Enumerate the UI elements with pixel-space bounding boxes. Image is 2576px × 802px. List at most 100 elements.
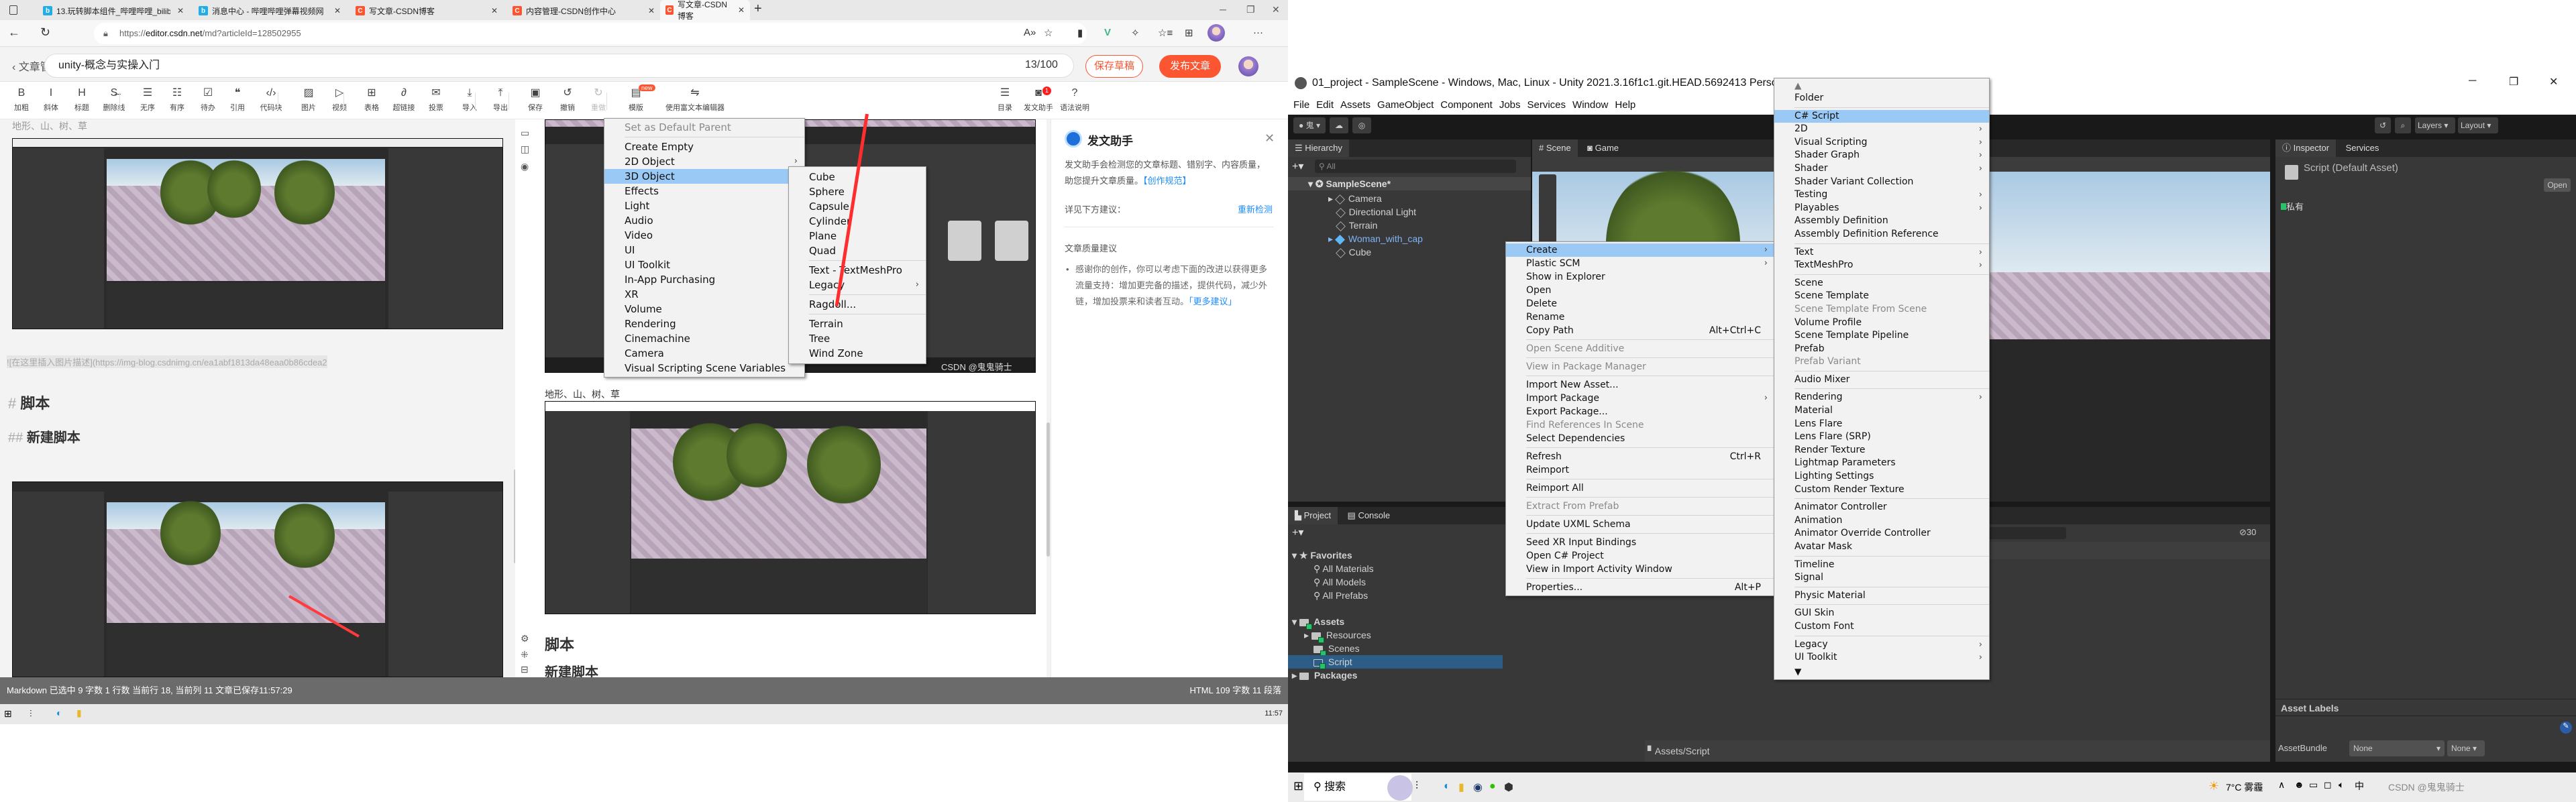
menu-item[interactable]: Text › [1774, 246, 1989, 260]
unity-restore-button[interactable]: ❐ [2509, 75, 2518, 89]
menu-item[interactable]: Import New Asset... [1506, 378, 1774, 392]
favorite-item[interactable]: ⚲ All Prefabs [1313, 589, 1368, 602]
menu-item[interactable]: Rendering › [1774, 391, 1989, 404]
menu-item[interactable]: Shader Graph › [1774, 149, 1989, 162]
menu-item[interactable]: UI Toolkit› [604, 257, 804, 272]
menu-item[interactable]: Import Package › [1506, 392, 1774, 405]
browser-tab[interactable]: b 13.玩转脚本组件_哔哩哔哩_bilibili ✕ [38, 1, 189, 20]
extension-icon[interactable]: ▮ [1077, 27, 1083, 39]
toolbar-button-22[interactable]: ◙ 发文助手 1 [1022, 86, 1055, 113]
tab-services[interactable]: Services [2339, 139, 2386, 157]
hierarchy-item[interactable]: ▸ Woman_with_cap [1328, 232, 1423, 245]
menu-item[interactable]: Custom Font [1774, 620, 1989, 634]
menu-item[interactable]: Folder [1774, 92, 1989, 105]
menu-item[interactable]: Rename [1506, 310, 1774, 324]
assetbundle-dropdown[interactable]: None ▾ [2349, 740, 2445, 756]
wechat-icon[interactable]: ● [1489, 781, 1496, 793]
folder-script-selected[interactable]: Script [1288, 655, 1503, 669]
menu-item[interactable]: Animation [1774, 514, 1989, 528]
refresh-icon[interactable]: ↻ [40, 25, 50, 40]
menu-item[interactable]: TextMeshPro › [1774, 259, 1989, 272]
recheck-link[interactable]: 重新检测 [1238, 203, 1273, 215]
toolbar-button-2[interactable]: H 标题 [66, 86, 98, 113]
user-avatar[interactable] [1238, 56, 1258, 76]
windows-start-icon[interactable]: ⊞ [4, 708, 12, 720]
toolbar-button-7[interactable]: ❝ 引用 [221, 86, 254, 113]
menu-item[interactable]: Scene [1774, 277, 1989, 290]
toolbar-button-16[interactable]: ▣ 保存 [519, 86, 551, 113]
toolbar-button-23[interactable]: ? 语法说明 [1059, 86, 1091, 113]
menu-item[interactable]: Plastic SCM › [1506, 257, 1774, 270]
menu-item[interactable]: Seed XR Input Bindings [1506, 536, 1774, 549]
unity-menu-jobs[interactable]: Jobs [1499, 99, 1521, 111]
toolbar-button-8[interactable]: ‹/› 代码块 [255, 86, 287, 113]
menu-item[interactable]: Open C# Project [1506, 549, 1774, 563]
unity-minimize-button[interactable]: ─ [2469, 75, 2476, 87]
hierarchy-item[interactable]: Directional Light [1328, 205, 1416, 219]
menu-item[interactable]: Wind Zone [789, 346, 926, 361]
menu-item[interactable]: Terrain [789, 317, 926, 331]
toolbar-button-12[interactable]: ∂ 超链接 [388, 86, 420, 113]
save-draft-button[interactable]: 保存草稿 [1085, 55, 1143, 78]
menu-item[interactable]: In-App Purchasing› [604, 272, 804, 287]
unity-menu-help[interactable]: Help [1615, 99, 1635, 111]
undo-history-button[interactable]: ↺ [2375, 117, 2391, 133]
new-tab-button[interactable]: + [754, 1, 762, 17]
close-tab-icon[interactable]: ✕ [334, 6, 341, 15]
profile-avatar[interactable] [1208, 24, 1225, 42]
menu-item[interactable]: UI› [604, 243, 804, 257]
steam-icon[interactable]: ◉ [1473, 781, 1483, 794]
menu-item[interactable]: Delete [1506, 297, 1774, 310]
close-tab-icon[interactable]: ✕ [648, 6, 655, 15]
menu-item[interactable]: Animator Override Controller [1774, 527, 1989, 540]
menu-item[interactable]: Audio Mixer [1774, 374, 1989, 387]
menu-item[interactable]: Copy Path Alt+Ctrl+C [1506, 324, 1774, 337]
hidden-packages-count[interactable]: ⊘30 [2239, 527, 2256, 538]
favorites-node[interactable]: ▾ ★ Favorites [1292, 549, 1352, 562]
unity-menu-assets[interactable]: Assets [1340, 99, 1371, 111]
menu-item[interactable]: Lens Flare (SRP) [1774, 431, 1989, 444]
qq-icon[interactable]: ☻ [2294, 779, 2304, 790]
menu-item[interactable]: Create › [1506, 243, 1774, 257]
menu-item[interactable]: Effects› [604, 184, 804, 198]
search-button[interactable]: ⌕ [2395, 117, 2411, 133]
menu-item[interactable]: Volume Profile [1774, 317, 1989, 330]
menu-item[interactable]: Export Package... [1506, 405, 1774, 418]
windows-start-icon[interactable]: ⊞ [1293, 779, 1303, 793]
edge-browser-icon[interactable]: ◐ [56, 707, 62, 718]
assets-node[interactable]: ▾ Assets [1292, 615, 1344, 630]
menu-item[interactable]: Scene Template [1774, 290, 1989, 303]
polar-bear-widget-icon[interactable] [1387, 775, 1413, 801]
close-tab-icon[interactable]: ✕ [738, 5, 745, 15]
menu-item[interactable]: Volume› [604, 302, 804, 317]
markdown-editor[interactable]: 地形、山、树、草 ![在这里插入图片描述](https://img-blog.c… [0, 119, 515, 677]
scene-tools-palette[interactable] [1539, 174, 1556, 248]
more-icon[interactable]: ··· [1253, 27, 1263, 38]
preview-only-icon[interactable]: ◉ [521, 161, 529, 172]
preview-scrollbar[interactable] [1046, 422, 1050, 557]
menu-item[interactable]: Plane [789, 229, 926, 243]
menu-item[interactable]: Quad [789, 243, 926, 258]
browser-tab-active[interactable]: C 写文章-CSDN博客 ✕ [660, 0, 750, 21]
toolbar-button-1[interactable]: I 斜体 [35, 86, 67, 113]
menu-item[interactable]: Animator Controller [1774, 501, 1989, 514]
power-icon[interactable]: ▭ [2309, 779, 2318, 791]
menu-item[interactable]: Create Empty [604, 139, 804, 154]
settings-icon[interactable]: ⚙ [521, 633, 529, 644]
collections-icon[interactable]: ⊞ [1185, 27, 1193, 39]
tab-hierarchy[interactable]: ☰ Hierarchy [1288, 139, 1349, 157]
edit-only-view-icon[interactable]: ▭ [521, 127, 529, 139]
menu-item[interactable]: Shader Variant Collection [1774, 176, 1989, 189]
folder-resources[interactable]: ▸ Resources [1304, 628, 1371, 643]
favorite-item[interactable]: ⚲ All Materials [1313, 562, 1374, 575]
menu-item[interactable]: Signal [1774, 571, 1989, 585]
close-tab-icon[interactable]: ✕ [177, 6, 184, 15]
layout-dropdown[interactable]: Layout ▾ [2458, 117, 2498, 133]
volume-icon[interactable]: 🔈︎ [2339, 779, 2344, 791]
file-explorer-icon[interactable]: ▮ [76, 707, 82, 719]
menu-item[interactable]: Playables › [1774, 202, 1989, 215]
close-window-button[interactable]: ✕ [1272, 4, 1280, 15]
back-icon[interactable]: ← [8, 25, 20, 40]
menu-item[interactable]: Properties... Alt+P [1506, 581, 1774, 594]
tab-inspector[interactable]: ⓘ Inspector [2275, 139, 2337, 157]
